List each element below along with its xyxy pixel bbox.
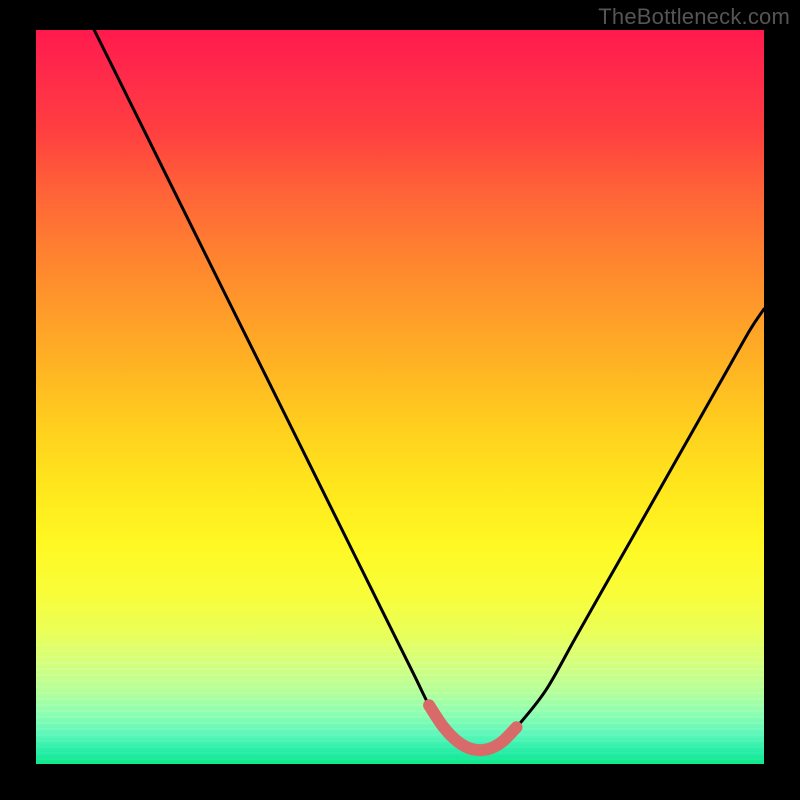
watermark-text: TheBottleneck.com — [598, 4, 790, 30]
plot-area — [36, 30, 764, 764]
optimal-zone-marker — [429, 705, 516, 750]
bottleneck-curve-path — [94, 30, 764, 750]
chart-frame: TheBottleneck.com — [0, 0, 800, 800]
curve-layer — [36, 30, 764, 764]
